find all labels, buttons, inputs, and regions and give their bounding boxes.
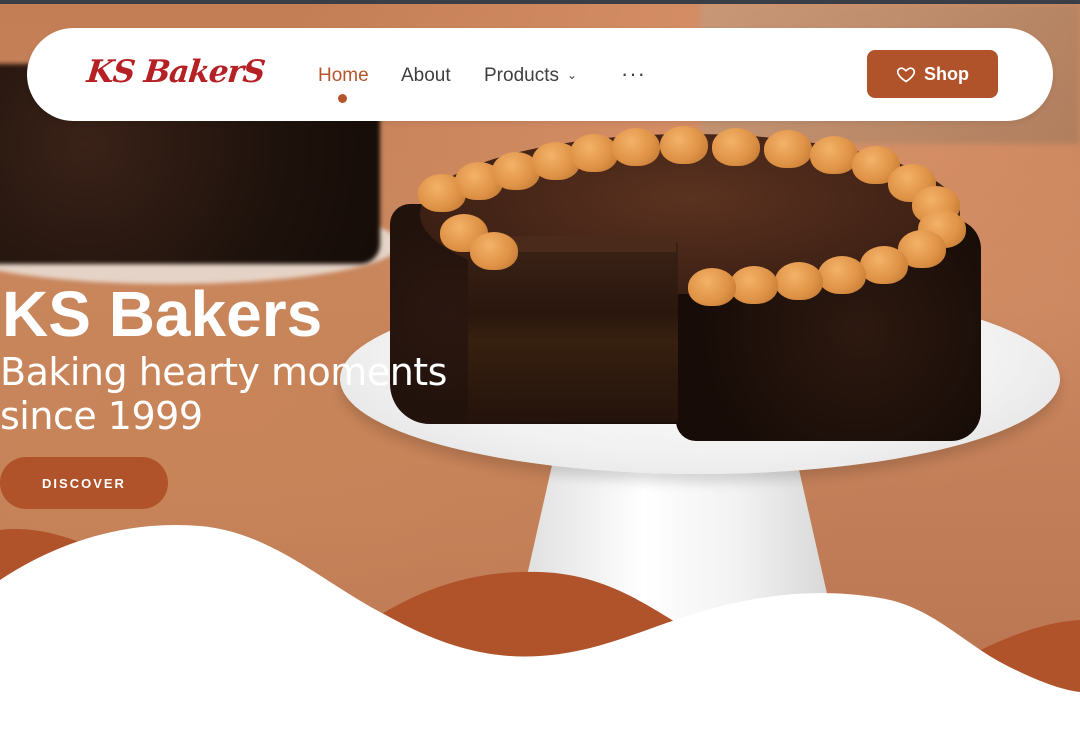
nav-products[interactable]: Products ⌄ — [484, 65, 577, 87]
navbar: KS BakerS Home About Products ⌄ ··· Shop — [27, 28, 1053, 121]
discover-button[interactable]: DISCOVER — [0, 457, 168, 509]
brand-logo[interactable]: KS BakerS — [85, 54, 266, 90]
hero-title: KS Bakers — [2, 278, 323, 350]
heart-icon — [896, 67, 916, 83]
shop-button[interactable]: Shop — [867, 50, 998, 98]
nav-products-label: Products — [484, 65, 559, 86]
active-indicator-dot — [338, 94, 347, 103]
nav-about[interactable]: About — [401, 65, 451, 87]
shop-button-label: Shop — [924, 63, 969, 84]
more-menu-icon[interactable]: ··· — [621, 61, 646, 87]
chevron-down-icon: ⌄ — [566, 68, 578, 82]
nav-home[interactable]: Home — [318, 65, 369, 87]
hero-subtitle: Baking hearty moments since 1999 — [0, 350, 447, 438]
